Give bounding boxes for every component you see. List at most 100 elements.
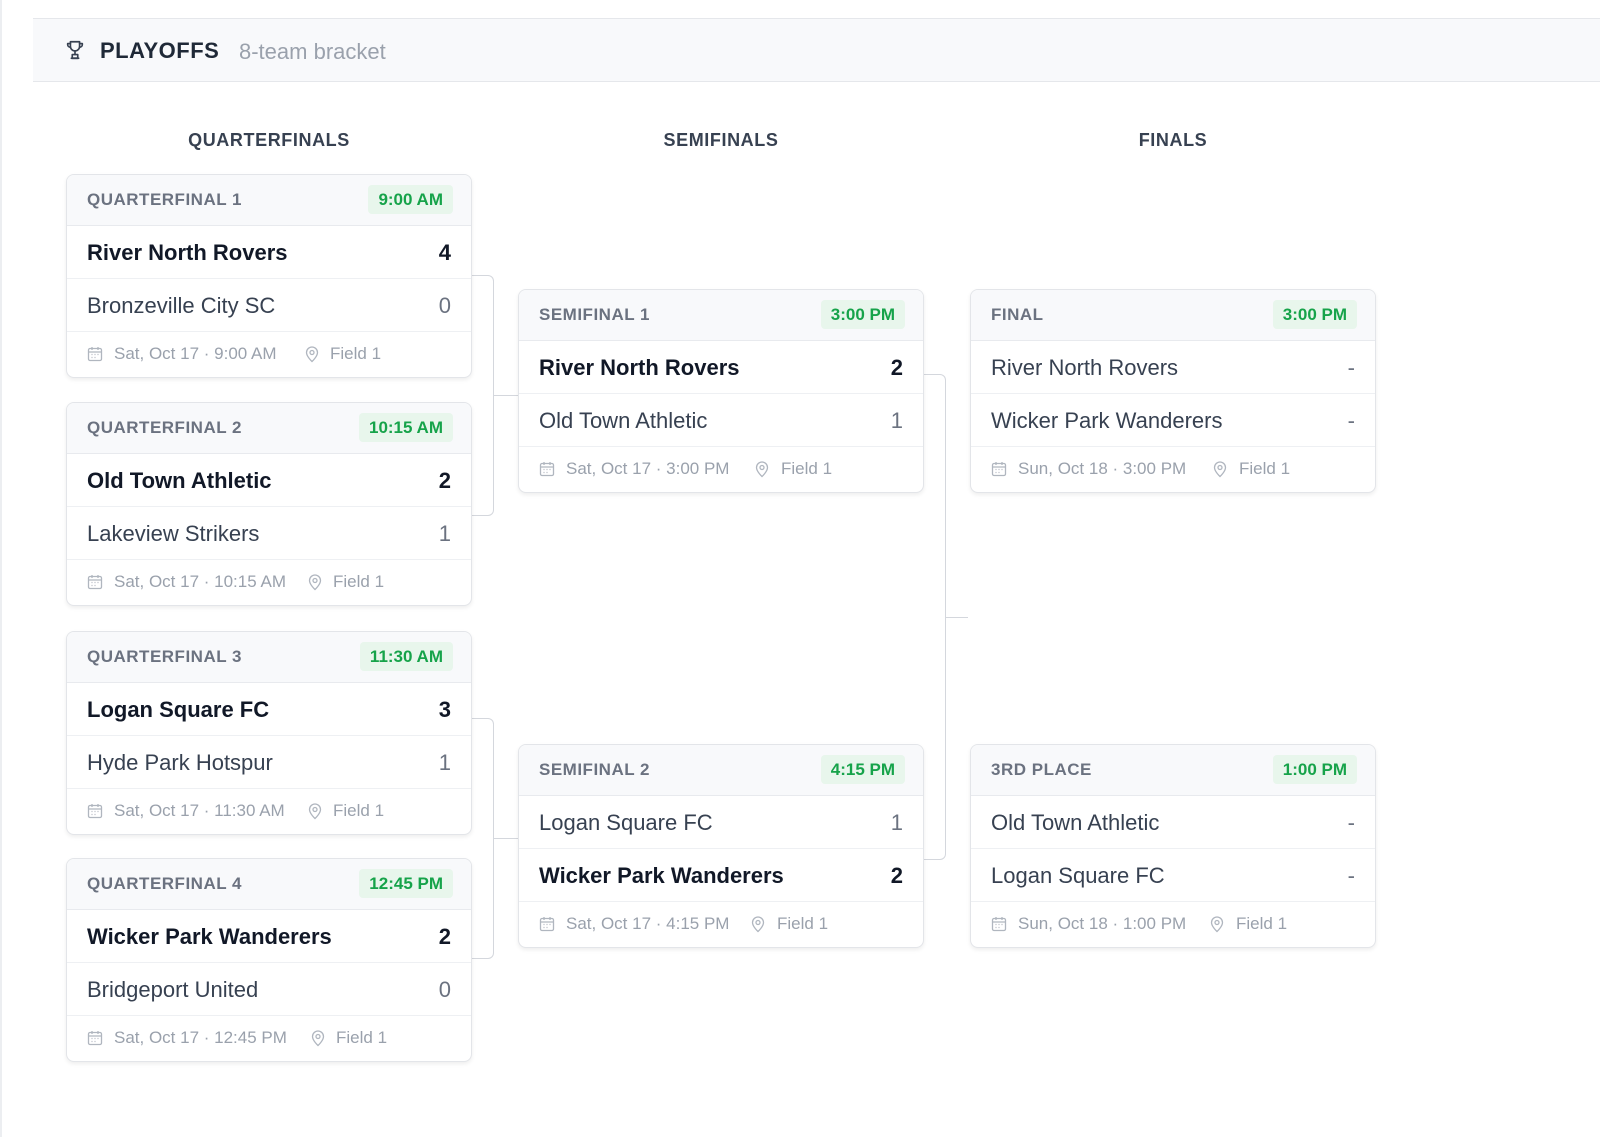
match-footer: Sat, Oct 17 · 9:00 AM Field 1: [67, 332, 471, 377]
match-header: QUARTERFINAL 3 11:30 AM: [67, 632, 471, 683]
match-footer: Sat, Oct 17 · 4:15 PM Field 1: [519, 902, 923, 947]
match-field: Field 1: [1236, 914, 1288, 933]
team-name: Wicker Park Wanderers: [539, 863, 784, 888]
calendar-icon: [991, 462, 1007, 477]
team-score: 2: [890, 863, 903, 888]
team-name: Wicker Park Wanderers: [991, 408, 1223, 433]
team-name: Old Town Athletic: [87, 468, 272, 493]
team-score: 0: [438, 977, 451, 1002]
match-footer: Sat, Oct 17 · 11:30 AM Field 1: [67, 789, 471, 834]
time-badge: 10:15 AM: [358, 413, 453, 442]
match-header: SEMIFINAL 1 3:00 PM: [519, 290, 923, 341]
team-row[interactable]: Logan Square FC 3: [67, 683, 471, 736]
team-row[interactable]: Old Town Athletic -: [971, 796, 1375, 849]
match-field: Field 1: [777, 914, 829, 933]
team-score: 1: [890, 408, 903, 433]
team-row[interactable]: River North Rovers 4: [67, 226, 471, 279]
team-row[interactable]: Wicker Park Wanderers 2: [67, 910, 471, 963]
team-name: Logan Square FC: [87, 697, 270, 722]
match-header: QUARTERFINAL 4 12:45 PM: [67, 859, 471, 910]
match-label: SEMIFINAL 2: [539, 760, 650, 779]
match-card-quarterfinal-3[interactable]: QUARTERFINAL 3 11:30 AM Logan Square FC …: [66, 631, 472, 835]
match-field: Field 1: [1239, 459, 1291, 478]
calendar-icon: [87, 1031, 103, 1046]
match-date: Sat, Oct 17 · 9:00 AM: [114, 344, 277, 363]
calendar-icon: [539, 917, 555, 932]
team-name: Bridgeport United: [87, 977, 259, 1002]
time-badge: 4:15 PM: [820, 755, 905, 784]
match-label: FINAL: [991, 305, 1044, 324]
match-header: QUARTERFINAL 2 10:15 AM: [67, 403, 471, 454]
team-name: River North Rovers: [87, 240, 288, 265]
match-header: 3RD PLACE 1:00 PM: [971, 745, 1375, 796]
map-pin-icon: [305, 346, 319, 363]
map-pin-icon: [308, 803, 322, 820]
team-name: Logan Square FC: [991, 863, 1165, 888]
match-card-quarterfinal-4[interactable]: QUARTERFINAL 4 12:45 PM Wicker Park Wand…: [66, 858, 472, 1062]
team-score: -: [1347, 863, 1355, 888]
match-field: Field 1: [336, 1028, 388, 1047]
match-card-final[interactable]: FINAL 3:00 PM River North Rovers - Wicke…: [970, 289, 1376, 493]
team-score: 2: [438, 924, 451, 949]
match-field: Field 1: [330, 344, 382, 363]
match-footer: Sat, Oct 17 · 10:15 AM Field 1: [67, 560, 471, 605]
time-badge: 3:00 PM: [820, 300, 905, 329]
page-title: PLAYOFFS: [100, 38, 220, 63]
team-row[interactable]: Old Town Athletic 2: [67, 454, 471, 507]
team-score: 1: [890, 810, 903, 835]
time-badge: 12:45 PM: [359, 869, 453, 898]
calendar-icon: [87, 347, 103, 362]
team-name: Old Town Athletic: [539, 408, 708, 433]
bracket-connector-qf3-qf4: [472, 718, 494, 959]
match-card-semifinal-2[interactable]: SEMIFINAL 2 4:15 PM Logan Square FC 1 Wi…: [518, 744, 924, 948]
map-pin-icon: [755, 461, 769, 478]
team-row[interactable]: Wicker Park Wanderers -: [971, 394, 1375, 447]
team-row[interactable]: Logan Square FC 1: [519, 796, 923, 849]
time-badge: 11:30 AM: [359, 642, 453, 671]
match-card-third-place[interactable]: 3RD PLACE 1:00 PM Old Town Athletic - Lo…: [970, 744, 1376, 948]
match-label: QUARTERFINAL 2: [87, 418, 242, 437]
match-card-quarterfinal-2[interactable]: QUARTERFINAL 2 10:15 AM Old Town Athleti…: [66, 402, 472, 606]
time-badge: 3:00 PM: [1272, 300, 1357, 329]
match-label: 3RD PLACE: [991, 760, 1092, 779]
team-row[interactable]: Lakeview Strikers 1: [67, 507, 471, 560]
team-name: Old Town Athletic: [991, 810, 1160, 835]
match-date: Sun, Oct 18 · 3:00 PM: [1018, 459, 1187, 478]
match-header: SEMIFINAL 2 4:15 PM: [519, 745, 923, 796]
trophy-icon: [66, 40, 84, 60]
left-border: [0, 0, 2, 1137]
team-name: River North Rovers: [539, 355, 740, 380]
team-row[interactable]: Bridgeport United 0: [67, 963, 471, 1016]
team-row[interactable]: River North Rovers 2: [519, 341, 923, 394]
calendar-icon: [991, 917, 1007, 932]
playoffs-header: PLAYOFFS 8-team bracket: [33, 18, 1600, 82]
match-footer: Sat, Oct 17 · 3:00 PM Field 1: [519, 447, 923, 492]
team-row[interactable]: Logan Square FC -: [971, 849, 1375, 902]
match-footer: Sun, Oct 18 · 1:00 PM Field 1: [971, 902, 1375, 947]
page-subtitle: 8-team bracket: [239, 39, 386, 64]
match-label: QUARTERFINAL 3: [87, 647, 242, 666]
team-score: 1: [438, 750, 451, 775]
team-score: 1: [438, 521, 451, 546]
team-name: Wicker Park Wanderers: [87, 924, 332, 949]
team-score: 4: [438, 240, 451, 265]
column-title-semifinals: SEMIFINALS: [663, 130, 779, 150]
map-pin-icon: [308, 574, 322, 591]
map-pin-icon: [1213, 461, 1227, 478]
team-row[interactable]: Wicker Park Wanderers 2: [519, 849, 923, 902]
team-row[interactable]: Bronzeville City SC 0: [67, 279, 471, 332]
bracket-connector-to-final: [946, 617, 968, 618]
time-badge: 9:00 AM: [368, 185, 453, 214]
team-score: -: [1347, 355, 1355, 380]
team-row[interactable]: Old Town Athletic 1: [519, 394, 923, 447]
column-title-quarterfinals: QUARTERFINALS: [188, 130, 350, 150]
team-score: -: [1347, 810, 1355, 835]
match-card-quarterfinal-1[interactable]: QUARTERFINAL 1 9:00 AM River North Rover…: [66, 174, 472, 378]
match-label: SEMIFINAL 1: [539, 305, 650, 324]
team-name: Bronzeville City SC: [87, 293, 276, 318]
team-row[interactable]: River North Rovers -: [971, 341, 1375, 394]
team-row[interactable]: Hyde Park Hotspur 1: [67, 736, 471, 789]
match-date: Sat, Oct 17 · 10:15 AM: [114, 572, 286, 591]
match-card-semifinal-1[interactable]: SEMIFINAL 1 3:00 PM River North Rovers 2…: [518, 289, 924, 493]
team-name: Lakeview Strikers: [87, 521, 260, 546]
